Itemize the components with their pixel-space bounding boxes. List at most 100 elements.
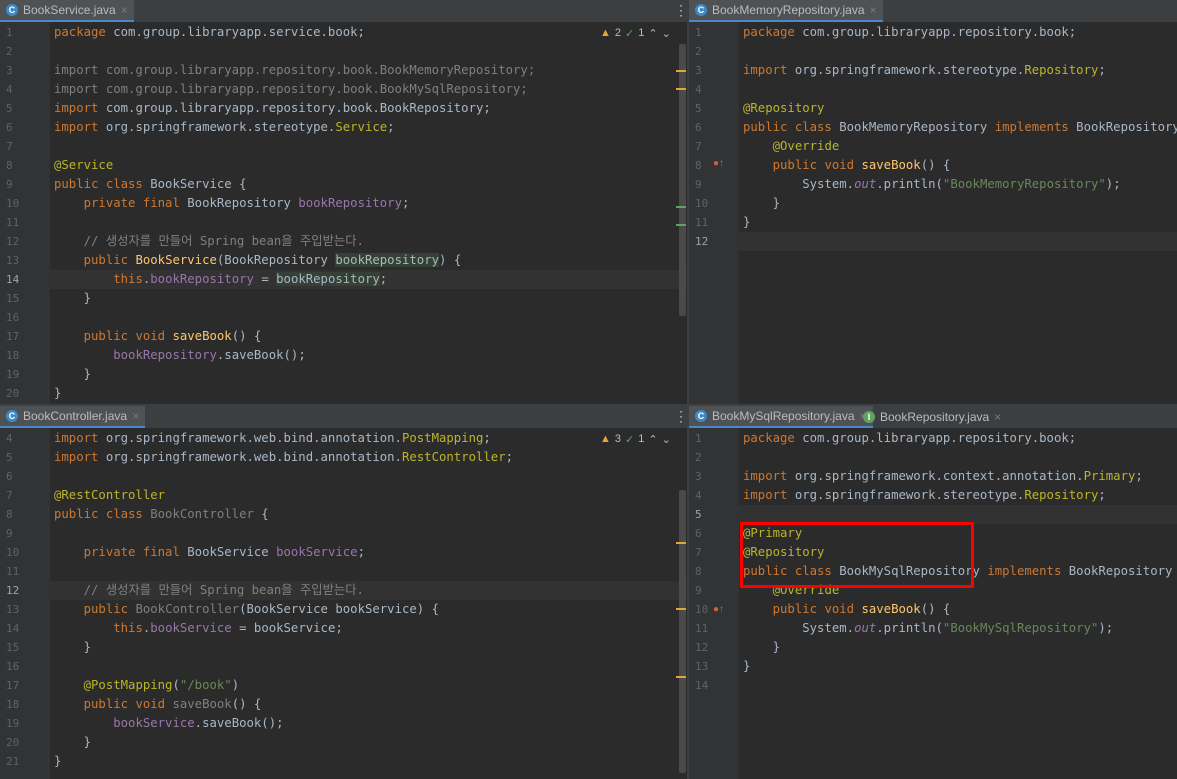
code-line[interactable]: package com.group.libraryapp.repository.… <box>739 23 1177 42</box>
tab-book-mysql-repository[interactable]: C BookMySqlRepository.java × <box>689 406 873 428</box>
code-line[interactable] <box>50 657 687 676</box>
code-line[interactable]: } <box>50 289 687 308</box>
chevron-up-icon[interactable]: ⌃ <box>648 27 657 40</box>
vertical-divider[interactable] <box>687 0 689 779</box>
scrollbar[interactable] <box>679 44 686 316</box>
horizontal-divider[interactable] <box>689 404 1177 406</box>
code-line[interactable]: } <box>50 638 687 657</box>
close-icon[interactable]: × <box>994 410 1001 424</box>
code-line[interactable]: } <box>50 365 687 384</box>
code-line[interactable]: public BookService(BookRepository bookRe… <box>50 251 687 270</box>
code-line[interactable]: System.out.println("BookMySqlRepository"… <box>739 619 1177 638</box>
code-line[interactable]: import com.group.libraryapp.repository.b… <box>50 99 687 118</box>
code-text: public class BookService { <box>54 177 247 191</box>
tab-book-service[interactable]: C BookService.java × <box>0 0 134 22</box>
check-count: 1 <box>638 433 645 445</box>
code-line[interactable]: @Service <box>50 156 687 175</box>
line-number: 1 <box>695 26 702 39</box>
close-icon[interactable]: × <box>132 409 139 423</box>
code-line[interactable]: private final BookRepository bookReposit… <box>50 194 687 213</box>
inspection-widget[interactable]: ▲ 2 ✓ 1 ⌃ ⌄ <box>600 26 671 40</box>
code-text: this.bookRepository = bookRepository; <box>113 272 388 286</box>
code-line[interactable] <box>739 676 1177 695</box>
code-line[interactable]: import org.springframework.stereotype.Se… <box>50 118 687 137</box>
horizontal-divider[interactable] <box>0 404 687 406</box>
code-line[interactable]: private final BookService bookService; <box>50 543 687 562</box>
chevron-up-icon[interactable]: ⌃ <box>648 433 657 446</box>
line-number: 16 <box>6 311 20 324</box>
code-line[interactable] <box>50 42 687 61</box>
code-line[interactable]: import com.group.libraryapp.repository.b… <box>50 61 687 80</box>
code-line[interactable]: // 생성자를 만들어 Spring bean을 주입받는다. <box>50 232 687 251</box>
line-number: 21 <box>6 755 20 768</box>
code-line[interactable]: package com.group.libraryapp.service.boo… <box>50 23 687 42</box>
code-text: // 생성자를 만들어 Spring bean을 주입받는다. <box>83 234 364 248</box>
code-line[interactable]: public void saveBook() { <box>50 327 687 346</box>
code-line[interactable]: public class BookMemoryRepository implem… <box>739 118 1177 137</box>
code-text: @Service <box>54 158 114 172</box>
close-icon[interactable]: × <box>870 3 877 17</box>
code-line[interactable]: import org.springframework.web.bind.anno… <box>50 429 687 448</box>
code-line[interactable]: @Repository <box>739 99 1177 118</box>
code-line[interactable]: public void saveBook() { <box>739 600 1177 619</box>
code-editor[interactable]: package com.group.libraryapp.repository.… <box>739 22 1177 404</box>
code-line[interactable]: this.bookRepository = bookRepository; <box>50 270 687 289</box>
code-line[interactable]: import org.springframework.context.annot… <box>739 467 1177 486</box>
code-line[interactable]: } <box>50 384 687 403</box>
code-line[interactable] <box>739 42 1177 61</box>
code-line[interactable]: public class BookController { <box>50 505 687 524</box>
code-line[interactable]: } <box>50 733 687 752</box>
kebab-menu-icon[interactable]: ⋮ <box>674 2 687 19</box>
line-number: 6 <box>6 470 13 483</box>
override-icon[interactable]: ●↑ <box>713 604 724 615</box>
code-line[interactable] <box>739 232 1177 251</box>
scrollbar[interactable] <box>679 490 686 773</box>
line-number: 12 <box>6 235 20 248</box>
code-line[interactable]: public BookController(BookService bookSe… <box>50 600 687 619</box>
code-line[interactable]: import org.springframework.stereotype.Re… <box>739 486 1177 505</box>
code-line[interactable]: import com.group.libraryapp.repository.b… <box>50 80 687 99</box>
code-editor[interactable]: package com.group.libraryapp.service.boo… <box>50 22 687 404</box>
chevron-down-icon[interactable]: ⌄ <box>662 27 671 40</box>
inspection-widget[interactable]: ▲ 3 ✓ 1 ⌃ ⌄ <box>600 432 671 446</box>
code-line[interactable] <box>50 137 687 156</box>
code-line[interactable]: public void saveBook() { <box>50 695 687 714</box>
tab-book-repository[interactable]: I BookRepository.java × <box>857 406 1007 428</box>
code-line[interactable]: } <box>739 638 1177 657</box>
code-line[interactable]: } <box>739 194 1177 213</box>
code-line[interactable]: } <box>739 213 1177 232</box>
code-line[interactable]: @RestController <box>50 486 687 505</box>
close-icon[interactable]: × <box>121 3 128 17</box>
line-number: 2 <box>695 451 702 464</box>
code-line[interactable]: bookRepository.saveBook(); <box>50 346 687 365</box>
code-line[interactable]: public void saveBook() { <box>739 156 1177 175</box>
code-line[interactable]: bookService.saveBook(); <box>50 714 687 733</box>
code-line[interactable]: import org.springframework.stereotype.Re… <box>739 61 1177 80</box>
code-line[interactable] <box>739 80 1177 99</box>
code-line[interactable]: // 생성자를 만들어 Spring bean을 주입받는다. <box>50 581 687 600</box>
tab-book-memory-repository[interactable]: C BookMemoryRepository.java × <box>689 0 883 22</box>
override-icon[interactable]: ●↑ <box>713 158 724 169</box>
tab-book-controller[interactable]: C BookController.java × <box>0 406 146 428</box>
editor-pane-book-mysql-repository: C BookMySqlRepository.java × I BookRepos… <box>689 406 1177 779</box>
code-line[interactable]: import org.springframework.web.bind.anno… <box>50 448 687 467</box>
code-line[interactable] <box>50 467 687 486</box>
code-line[interactable] <box>50 213 687 232</box>
code-line[interactable] <box>50 562 687 581</box>
code-line[interactable]: } <box>739 657 1177 676</box>
code-editor[interactable]: package com.group.libraryapp.repository.… <box>739 428 1177 779</box>
code-line[interactable]: } <box>50 752 687 771</box>
code-line[interactable]: @PostMapping("/book") <box>50 676 687 695</box>
code-editor[interactable]: import org.springframework.web.bind.anno… <box>50 428 687 779</box>
kebab-menu-icon[interactable]: ⋮ <box>674 408 687 425</box>
editor-pane-book-service: C BookService.java × ⋮ 1 2 3 4 5 6 7 8 9 10 11 12 13… <box>0 0 687 404</box>
code-line[interactable]: this.bookService = bookService; <box>50 619 687 638</box>
code-line[interactable]: System.out.println("BookMemoryRepository… <box>739 175 1177 194</box>
code-line[interactable] <box>50 524 687 543</box>
code-line[interactable] <box>50 308 687 327</box>
code-line[interactable]: @Override <box>739 137 1177 156</box>
code-line[interactable]: public class BookService { <box>50 175 687 194</box>
chevron-down-icon[interactable]: ⌄ <box>662 433 671 446</box>
code-line[interactable]: package com.group.libraryapp.repository.… <box>739 429 1177 448</box>
code-line[interactable] <box>739 448 1177 467</box>
